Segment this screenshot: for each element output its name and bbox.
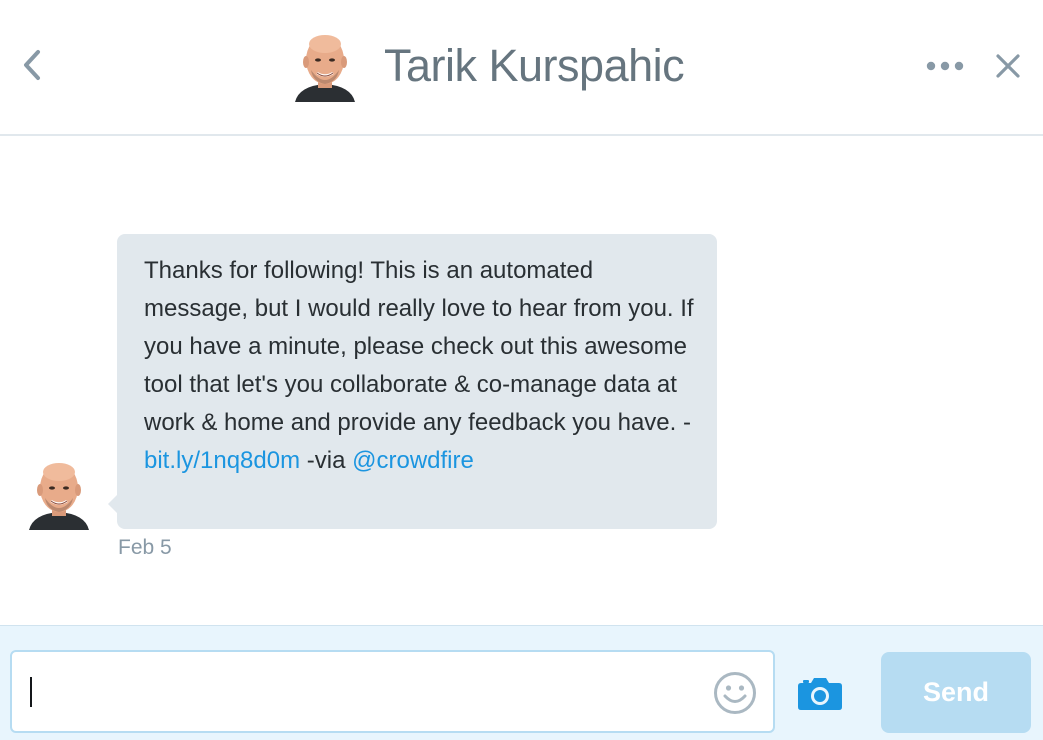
more-dots-icon: [926, 61, 964, 71]
sender-avatar[interactable]: [26, 458, 92, 530]
send-button[interactable]: Send: [881, 652, 1031, 733]
message-composer: Send: [0, 625, 1043, 740]
close-button[interactable]: [988, 46, 1028, 86]
avatar-illustration: [29, 463, 89, 530]
more-options-button[interactable]: [922, 52, 968, 80]
message-link[interactable]: bit.ly/1nq8d0m: [144, 447, 300, 474]
message-bubble[interactable]: Thanks for following! This is an automat…: [117, 234, 717, 529]
message-timestamp: Feb 5: [118, 536, 172, 559]
message-text: Thanks for following! This is an automat…: [144, 257, 694, 436]
contact-name[interactable]: Tarik Kurspahic: [384, 40, 685, 92]
close-icon: [996, 54, 1020, 78]
add-photo-button[interactable]: [794, 672, 846, 714]
emoji-button[interactable]: [712, 670, 758, 716]
smiley-icon: [714, 672, 756, 714]
message-input[interactable]: [10, 650, 775, 733]
mention-link[interactable]: @crowdfire: [352, 447, 474, 474]
avatar-illustration: [295, 35, 355, 102]
text-caret: [30, 677, 32, 707]
message-list[interactable]: Thanks for following! This is an automat…: [0, 136, 1043, 625]
message-text-via: -via: [300, 447, 353, 474]
back-button[interactable]: [14, 44, 50, 86]
conversation-header: Tarik Kurspahic: [0, 0, 1043, 136]
camera-icon: [798, 678, 842, 710]
chevron-left-icon: [24, 50, 40, 80]
dm-conversation-window: Tarik Kurspahic Thanks for following! Th…: [0, 0, 1043, 740]
contact-avatar[interactable]: [293, 30, 357, 102]
